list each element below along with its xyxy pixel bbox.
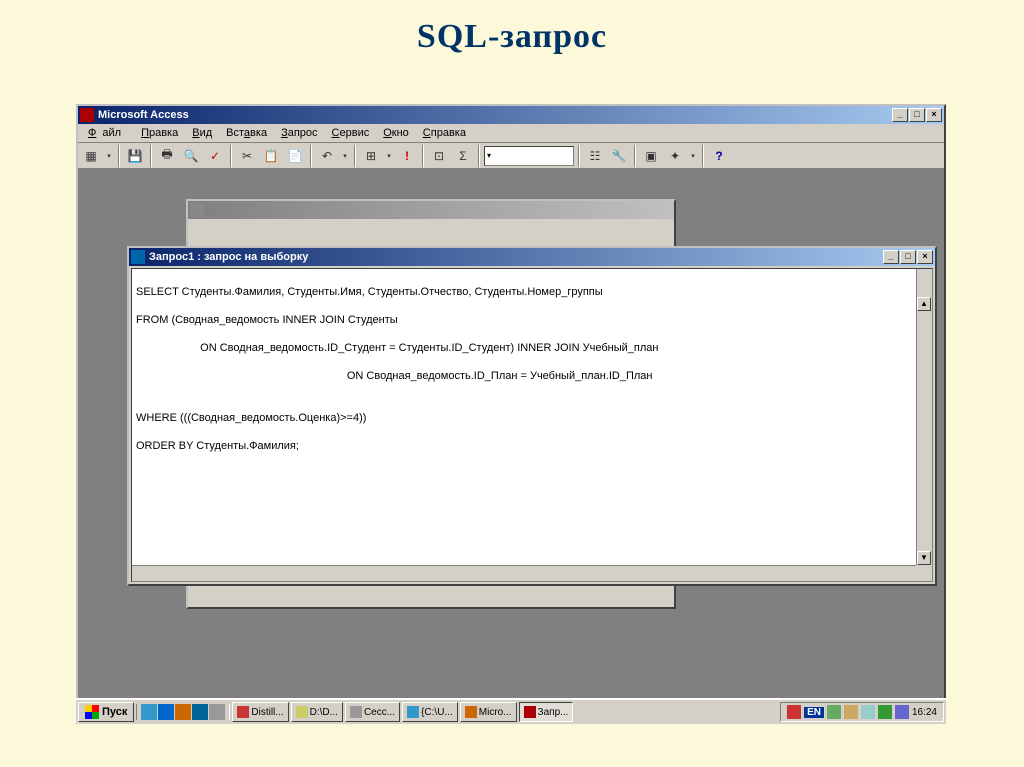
copy-button[interactable]: 📋 — [260, 145, 282, 167]
ql-ie-icon[interactable] — [158, 704, 174, 720]
new-object-button[interactable]: ✦ — [664, 145, 686, 167]
tray-icon[interactable] — [895, 705, 909, 719]
quick-launch — [136, 704, 230, 720]
scroll-left-icon[interactable]: ◀ — [163, 581, 177, 582]
language-indicator[interactable]: EN — [804, 707, 824, 718]
menu-query[interactable]: Запрос — [275, 126, 323, 140]
scroll-corner — [916, 565, 932, 581]
scroll-down-icon[interactable]: ▼ — [917, 551, 931, 565]
ql-outlook-icon[interactable] — [175, 704, 191, 720]
task-icon — [237, 706, 249, 718]
query-close-button[interactable]: × — [917, 250, 933, 264]
querytype-dropdown[interactable]: ▾ — [384, 145, 394, 167]
help-button[interactable]: ? — [708, 145, 730, 167]
horizontal-scrollbar[interactable]: ◀ ▶ — [132, 565, 916, 581]
print-button[interactable]: 🖶 — [156, 145, 178, 167]
sql-line: FROM (Сводная_ведомость INNER JOIN Студе… — [136, 313, 928, 327]
task-button[interactable]: Micro... — [460, 702, 517, 722]
run-button[interactable]: ! — [396, 145, 418, 167]
task-icon — [296, 706, 308, 718]
task-button[interactable]: Сесс... — [345, 702, 400, 722]
sql-line: ON Сводная_ведомость.ID_План = Учебный_п… — [136, 369, 928, 383]
save-button[interactable]: 💾 — [124, 145, 146, 167]
windows-logo-icon — [85, 705, 99, 719]
system-tray: EN 16:24 — [780, 702, 944, 722]
ql-desktop-icon[interactable] — [141, 704, 157, 720]
top-values-dropdown[interactable] — [484, 146, 574, 166]
sql-line: ON Сводная_ведомость.ID_Студент = Студен… — [136, 341, 928, 355]
tray-icon[interactable] — [861, 705, 875, 719]
task-icon — [407, 706, 419, 718]
show-table-button[interactable]: ⊡ — [428, 145, 450, 167]
background-titlebar[interactable] — [188, 201, 674, 219]
query-titlebar[interactable]: Запрос1 : запрос на выборку _ □ × — [129, 248, 935, 266]
app-title: Microsoft Access — [98, 109, 892, 121]
close-button[interactable]: × — [926, 108, 942, 122]
maximize-button[interactable]: □ — [909, 108, 925, 122]
spell-button[interactable]: ✓ — [204, 145, 226, 167]
new-object-dropdown[interactable]: ▾ — [688, 145, 698, 167]
menu-help[interactable]: Справка — [417, 126, 472, 140]
tray-icon[interactable] — [827, 705, 841, 719]
tray-icon[interactable] — [878, 705, 892, 719]
start-button[interactable]: Пуск — [78, 702, 134, 722]
undo-dropdown[interactable]: ▾ — [340, 145, 350, 167]
menu-file[interactable]: Файл — [82, 126, 133, 140]
query-maximize-button[interactable]: □ — [900, 250, 916, 264]
ql-explorer-icon[interactable] — [192, 704, 208, 720]
task-icon — [350, 706, 362, 718]
mdi-area: Запрос1 : запрос на выборку _ □ × SELECT… — [78, 169, 944, 702]
view-dropdown[interactable]: ▾ — [104, 145, 114, 167]
ql-app-icon[interactable] — [209, 704, 225, 720]
menu-insert[interactable]: Вставка — [220, 126, 273, 140]
view-button[interactable]: ▦ — [80, 145, 102, 167]
task-icon — [524, 706, 536, 718]
menubar: Файл Правка Вид Вставка Запрос Сервис Ок… — [78, 124, 944, 143]
titlebar: Microsoft Access _ □ × — [78, 106, 944, 124]
access-icon — [80, 108, 94, 122]
paste-button[interactable]: 📄 — [284, 145, 306, 167]
query-icon — [131, 250, 145, 264]
slide-title: SQL-запрос — [0, 0, 1024, 66]
query-window-title: Запрос1 : запрос на выборку — [149, 251, 883, 263]
minimize-button[interactable]: _ — [892, 108, 908, 122]
vertical-scrollbar[interactable]: ▲ ▼ — [916, 269, 932, 565]
sql-line: WHERE (((Сводная_ведомость.Оценка)>=4)) — [136, 411, 928, 425]
preview-button[interactable]: 🔍 — [180, 145, 202, 167]
menu-window[interactable]: Окно — [377, 126, 415, 140]
start-label: Пуск — [102, 706, 127, 718]
query-window: Запрос1 : запрос на выборку _ □ × SELECT… — [127, 246, 937, 586]
cut-button[interactable]: ✂ — [236, 145, 258, 167]
access-window: Microsoft Access _ □ × Файл Правка Вид В… — [76, 104, 946, 724]
sql-editor[interactable]: SELECT Студенты.Фамилия, Студенты.Имя, С… — [131, 268, 933, 582]
undo-button[interactable]: ↶ — [316, 145, 338, 167]
db-window-button[interactable]: ▣ — [640, 145, 662, 167]
querytype-button[interactable]: ⊞ — [360, 145, 382, 167]
task-button-active[interactable]: Запр... — [519, 702, 574, 722]
query-minimize-button[interactable]: _ — [883, 250, 899, 264]
build-button[interactable]: 🔧 — [608, 145, 630, 167]
task-icon — [465, 706, 477, 718]
sql-line: ORDER BY Студенты.Фамилия; — [136, 439, 928, 453]
menu-edit[interactable]: Правка — [135, 126, 184, 140]
scroll-up-icon[interactable]: ▲ — [917, 297, 931, 311]
taskbar: Пуск Distill... D:\D... Сесс... {C:\U...… — [76, 698, 946, 724]
clock[interactable]: 16:24 — [912, 707, 937, 718]
tray-icon[interactable] — [844, 705, 858, 719]
sql-line: SELECT Студенты.Фамилия, Студенты.Имя, С… — [136, 285, 928, 299]
task-button[interactable]: {C:\U... — [402, 702, 458, 722]
properties-button[interactable]: ☷ — [584, 145, 606, 167]
menu-view[interactable]: Вид — [186, 126, 218, 140]
task-button[interactable]: Distill... — [232, 702, 288, 722]
tray-icon[interactable] — [787, 705, 801, 719]
toolbar: ▦ ▾ 💾 🖶 🔍 ✓ ✂ 📋 📄 ↶ ▾ ⊞ ▾ ! ⊡ Σ ☷ 🔧 ▣ ✦ … — [78, 143, 944, 169]
task-button[interactable]: D:\D... — [291, 702, 343, 722]
window-icon — [190, 203, 204, 217]
menu-tools[interactable]: Сервис — [326, 126, 376, 140]
totals-button[interactable]: Σ — [452, 145, 474, 167]
